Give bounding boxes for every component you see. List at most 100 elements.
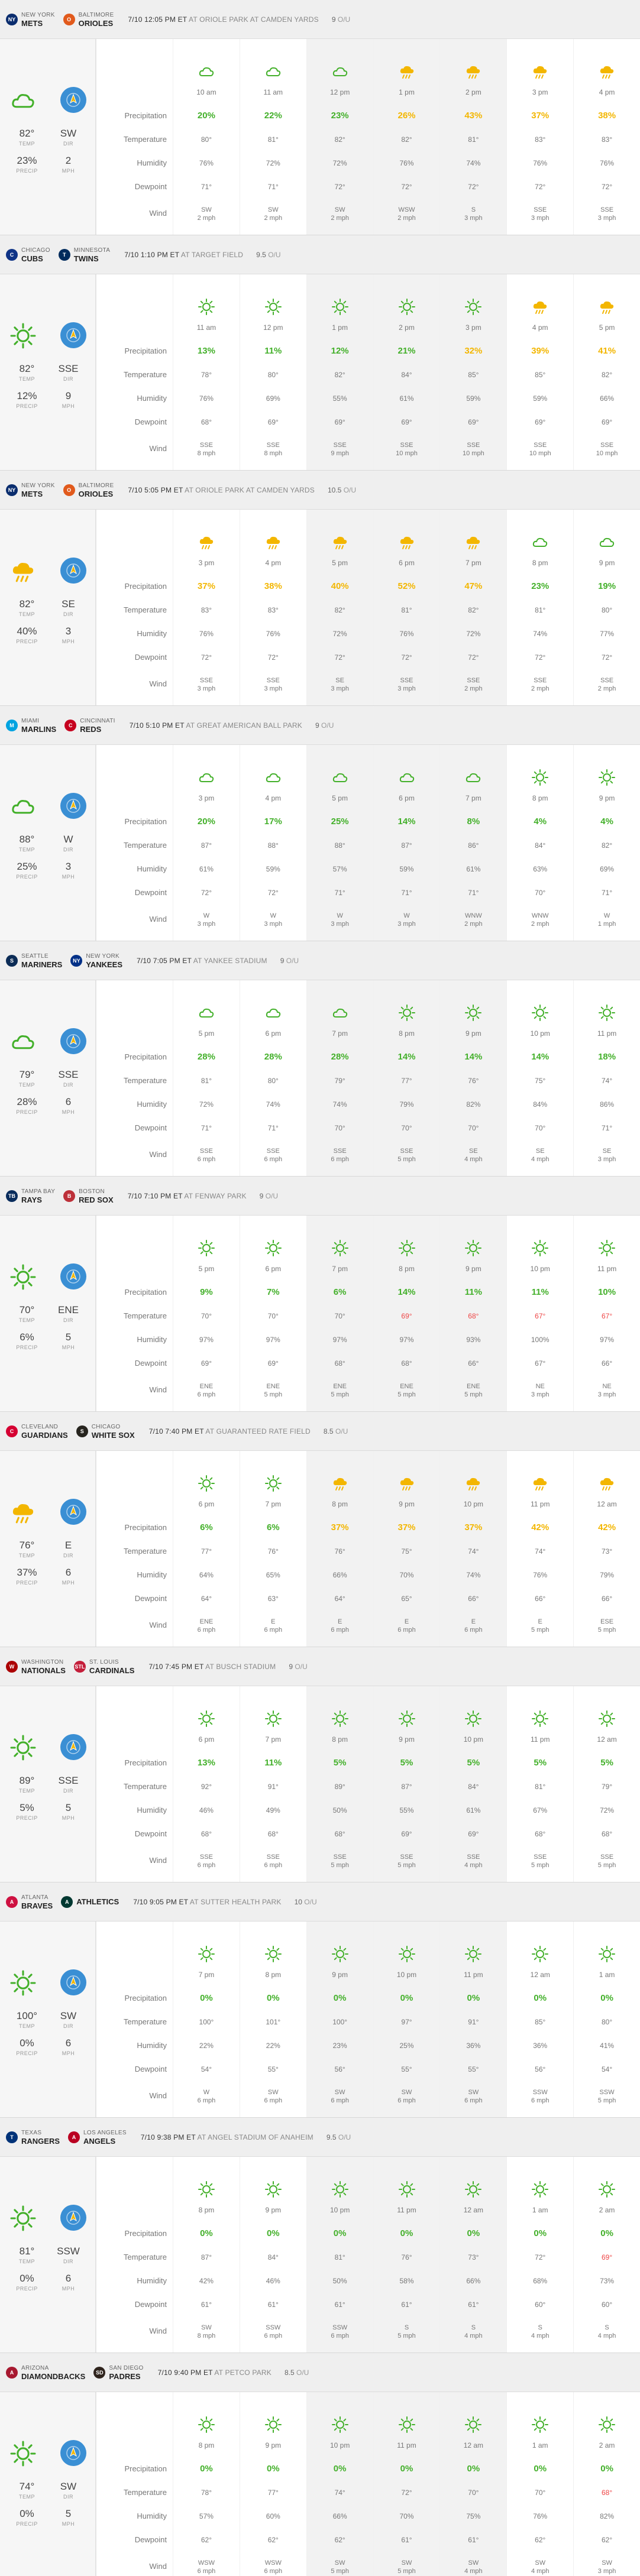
game-header[interactable]: TB TAMPA BAY RAYS B BOSTON RED SOX 7/10 7:10 P…: [0, 1177, 640, 1216]
sun-icon: [464, 1216, 482, 1257]
game-park: AT TARGET FIELD: [180, 250, 244, 259]
home-team[interactable]: S CHICAGO WHITE SOX: [76, 1423, 135, 1440]
game-header[interactable]: C CLEVELAND GUARDIANS S CHICAGO WHITE SOX 7/10…: [0, 1412, 640, 1451]
summary-icons: [9, 793, 86, 823]
away-team-logo: C: [6, 248, 18, 261]
wind-speed: 3 mph: [264, 685, 283, 692]
game-header[interactable]: A ATLANTA BRAVES A ATHLETICS 7/10 9:05 PM ET …: [0, 1882, 640, 1922]
away-team[interactable]: A ATLANTA BRAVES: [6, 1894, 53, 1910]
game-header[interactable]: C CHICAGO CUBS T MINNESOTA TWINS 7/10 1:10 PM …: [0, 235, 640, 274]
game-header[interactable]: W WASHINGTON NATIONALS STL ST. LOUIS CARDINAL…: [0, 1647, 640, 1686]
summary-temp-value: 88°: [19, 834, 35, 845]
over-under: 10.5 O/U: [328, 486, 356, 494]
away-team[interactable]: C CLEVELAND GUARDIANS: [6, 1423, 68, 1440]
precipitation-label: Precipitation: [124, 817, 167, 826]
away-team[interactable]: C CHICAGO CUBS: [6, 247, 50, 263]
humidity-value: 72%: [332, 630, 347, 638]
home-team[interactable]: SD SAN DIEGO PADRES: [93, 2364, 143, 2381]
precipitation-value: 5%: [534, 1758, 547, 1768]
away-team[interactable]: M MIAMI MARLINS: [6, 717, 56, 734]
over-under-label: O/U: [343, 485, 357, 494]
away-team[interactable]: T TEXAS RANGERS: [6, 2129, 60, 2146]
wind-direction: SSE: [534, 442, 547, 449]
home-team[interactable]: NY NEW YORK YANKEES: [70, 952, 122, 969]
home-team[interactable]: O BALTIMORE ORIOLES: [63, 482, 114, 498]
home-team-city: BALTIMORE: [78, 482, 114, 489]
game-park: AT FENWAY PARK: [184, 1191, 247, 1200]
wind-value: ESE 5 mph: [598, 1611, 616, 1640]
summary-dir-label: DIR: [63, 141, 73, 147]
temperature-value: 83°: [267, 606, 279, 614]
away-team[interactable]: S SEATTLE MARINERS: [6, 952, 62, 969]
game-datetime: 7/10 5:05 PM ET: [128, 485, 183, 494]
game-park: AT BUSCH STADIUM: [205, 1662, 276, 1671]
game-datetime: 7/10 9:05 PM ET: [133, 1897, 189, 1906]
home-team[interactable]: STL ST. LOUIS CARDINALS: [73, 1658, 134, 1675]
wind-direction: WNW: [465, 912, 482, 919]
game-body: 74° TEMP SW DIR 0% PRECIP 5 MPH Precipitation Tem…: [0, 2392, 640, 2576]
wind-value: SSE 5 mph: [397, 1140, 416, 1169]
wind-speed: 8 mph: [197, 2332, 216, 2340]
dewpoint-value: 69°: [334, 418, 345, 426]
temperature-value: 101°: [266, 2018, 281, 2026]
game-header[interactable]: A ARIZONA DIAMONDBACKS SD SAN DIEGO PADRES 7/1…: [0, 2353, 640, 2392]
hour-column: 10 pm 0% 97° 25% 55° SW 6 mph: [373, 1922, 440, 2117]
dewpoint-value: 71°: [602, 1124, 613, 1132]
wind-direction: ESE: [600, 1618, 614, 1625]
precipitation-value: 0%: [400, 1993, 413, 2003]
away-team[interactable]: TB TAMPA BAY RAYS: [6, 1188, 55, 1204]
summary-temp-label: TEMP: [18, 2023, 35, 2029]
hour-time: 2 pm: [466, 88, 481, 96]
precipitation-label: Precipitation: [124, 346, 167, 355]
wind-value: SSW 6 mph: [264, 2316, 283, 2346]
sun-icon: [198, 1686, 215, 1728]
summary-temp-label: TEMP: [18, 1082, 35, 1088]
precipitation-value: 28%: [197, 1052, 215, 1062]
sun-icon: [464, 980, 482, 1022]
away-team[interactable]: NY NEW YORK METS: [6, 482, 55, 498]
home-team[interactable]: O BALTIMORE ORIOLES: [63, 11, 114, 28]
wind-value: E6 mph: [331, 1611, 349, 1640]
home-team[interactable]: A ATHLETICS: [61, 1895, 119, 1908]
dewpoint-label: Dewpoint: [134, 1829, 167, 1838]
summary-precip: 0% PRECIP: [9, 2037, 45, 2056]
away-team[interactable]: A ARIZONA DIAMONDBACKS: [6, 2364, 85, 2381]
wind-direction: SW: [468, 2089, 479, 2096]
precipitation-value: 25%: [331, 816, 349, 827]
game-header[interactable]: M MIAMI MARLINS C CINCINNATI REDS 7/10 5:10 PM…: [0, 706, 640, 745]
wind-direction: SSE: [266, 1854, 280, 1861]
game-header[interactable]: NY NEW YORK METS O BALTIMORE ORIOLES 7/10 12:0…: [0, 0, 640, 39]
game-park: AT PETCO PARK: [214, 2368, 271, 2377]
dewpoint-value: 67°: [535, 1359, 546, 1368]
summary-values-row: 88° TEMP W DIR: [9, 834, 86, 861]
hour-column: 6 pm 7% 70° 97% 69° ENE 5 mph: [239, 1216, 306, 1411]
summary-mph: 5 MPH: [51, 1802, 86, 1821]
game-header[interactable]: T TEXAS RANGERS A LOS ANGELES ANGELS 7/10 9:38…: [0, 2118, 640, 2157]
wind-direction: ENE: [199, 1383, 214, 1390]
humidity-value: 76%: [399, 159, 414, 167]
hour-time: 10 pm: [530, 1029, 550, 1038]
summary-temp-label: TEMP: [18, 376, 35, 382]
hour-column: 11 pm 10% 67° 97% 66° NE 3 mph: [573, 1216, 640, 1411]
hour-column: 7 pm 8% 86° 61% 71° WNW 2 mph: [439, 745, 507, 941]
temperature-value: 88°: [334, 841, 345, 850]
hour-column: 7 pm 11% 91° 49% 68° SSE 6 mph: [239, 1686, 306, 1882]
wind-direction: S: [404, 2324, 409, 2331]
home-team[interactable]: T MINNESOTA TWINS: [58, 247, 110, 263]
wind-value: ENE 5 mph: [397, 1375, 416, 1405]
home-team[interactable]: C CINCINNATI REDS: [64, 717, 115, 734]
temperature-value: 100°: [199, 2018, 214, 2026]
wind-value: SW 3 mph: [598, 2552, 616, 2576]
home-team[interactable]: B BOSTON RED SOX: [63, 1188, 114, 1204]
humidity-label: Humidity: [137, 2041, 167, 2050]
precipitation-value: 52%: [397, 581, 416, 591]
away-team[interactable]: NY NEW YORK METS: [6, 11, 55, 28]
game-header[interactable]: S SEATTLE MARINERS NY NEW YORK YANKEES 7/10 7:…: [0, 941, 640, 980]
away-team[interactable]: W WASHINGTON NATIONALS: [6, 1658, 66, 1675]
wind-value: SSW 6 mph: [531, 2081, 550, 2111]
wind-value: SSE 6 mph: [264, 1846, 283, 1875]
home-team[interactable]: A LOS ANGELES ANGELS: [68, 2129, 127, 2146]
summary-icons: [9, 322, 86, 352]
wind-speed: 10 mph: [396, 450, 418, 457]
game-header[interactable]: NY NEW YORK METS O BALTIMORE ORIOLES 7/10 5:05…: [0, 471, 640, 510]
